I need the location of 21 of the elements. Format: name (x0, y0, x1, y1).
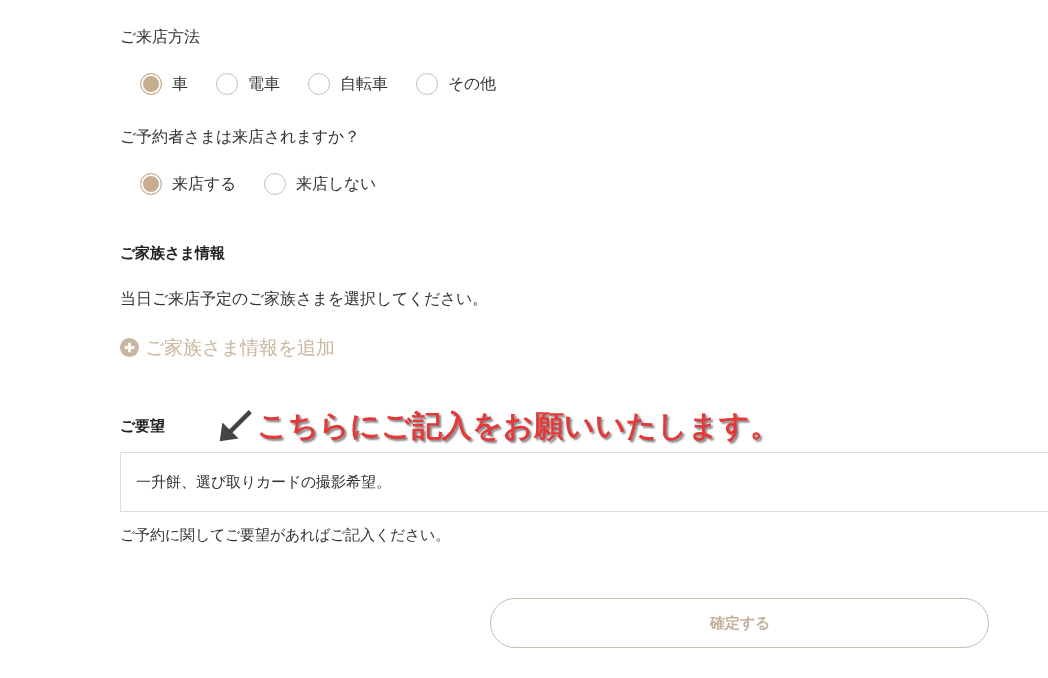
radio-button[interactable] (264, 173, 286, 195)
radio-button[interactable] (140, 173, 162, 195)
radio-option[interactable]: 来店する (140, 172, 236, 196)
radio-option[interactable]: その他 (416, 72, 496, 96)
radio-option[interactable]: 電車 (216, 72, 280, 96)
radio-option[interactable]: 車 (140, 72, 188, 96)
hint-text: ご予約に関してご要望があればご記入ください。 (120, 525, 450, 546)
section-heading: ご家族さま情報 (120, 243, 225, 264)
radio-button[interactable] (216, 73, 238, 95)
question-label: ご予約者さまは来店されますか？ (120, 126, 360, 148)
annotation-text: こちらにご記入をお願いいたします。 (257, 406, 780, 445)
question-label: ご来店方法 (120, 26, 200, 48)
radio-option[interactable]: 来店しない (264, 172, 376, 196)
radio-button[interactable] (140, 73, 162, 95)
radio-button[interactable] (308, 73, 330, 95)
plus-circle-icon (120, 337, 139, 357)
radio-button[interactable] (416, 73, 438, 95)
radio-option[interactable]: 自転車 (308, 72, 388, 96)
request-field[interactable]: 一升餅、選び取りカードの撮影希望。 (120, 452, 1048, 512)
section-heading: ご要望 (120, 416, 165, 437)
description-text: 当日ご来店予定のご家族さまを選択してください。 (120, 288, 488, 310)
